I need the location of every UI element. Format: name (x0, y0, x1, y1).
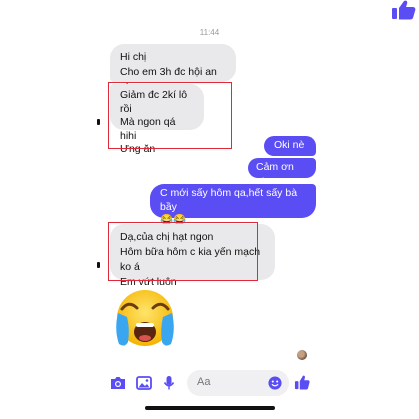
sender-avatar-placeholder (97, 119, 100, 125)
message-outgoing[interactable]: Oki nè (264, 136, 316, 156)
home-indicator[interactable] (145, 406, 275, 410)
thumbs-up-icon[interactable] (390, 0, 416, 20)
image-icon[interactable] (136, 376, 152, 390)
message-composer: Aa (0, 368, 419, 398)
message-line: Oki nè (274, 139, 305, 151)
highlight-box (108, 82, 232, 149)
message-outgoing[interactable]: Cảm ơn nha (248, 158, 316, 188)
camera-icon[interactable] (110, 376, 126, 390)
seen-avatar (297, 350, 307, 360)
emoji-icon[interactable] (268, 376, 282, 390)
message-line: Hi chị (120, 51, 147, 63)
crying-face-emoji[interactable] (110, 287, 180, 349)
thumbs-up-icon[interactable] (294, 375, 310, 390)
sender-avatar-placeholder (97, 262, 100, 268)
highlight-box (108, 222, 258, 281)
microphone-icon[interactable] (163, 375, 175, 391)
message-input-placeholder: Aa (197, 376, 211, 388)
message-outgoing[interactable]: C mới sấy hôm qa,hết sấy bà bầy 😂😂 (150, 184, 316, 226)
message-line: C mới sấy hôm qa,hết sấy bà bầy (160, 187, 298, 213)
timestamp: 11:44 (199, 28, 220, 37)
message-incoming[interactable]: Hi chị Cho em 3h đc hội an nha (110, 44, 236, 93)
